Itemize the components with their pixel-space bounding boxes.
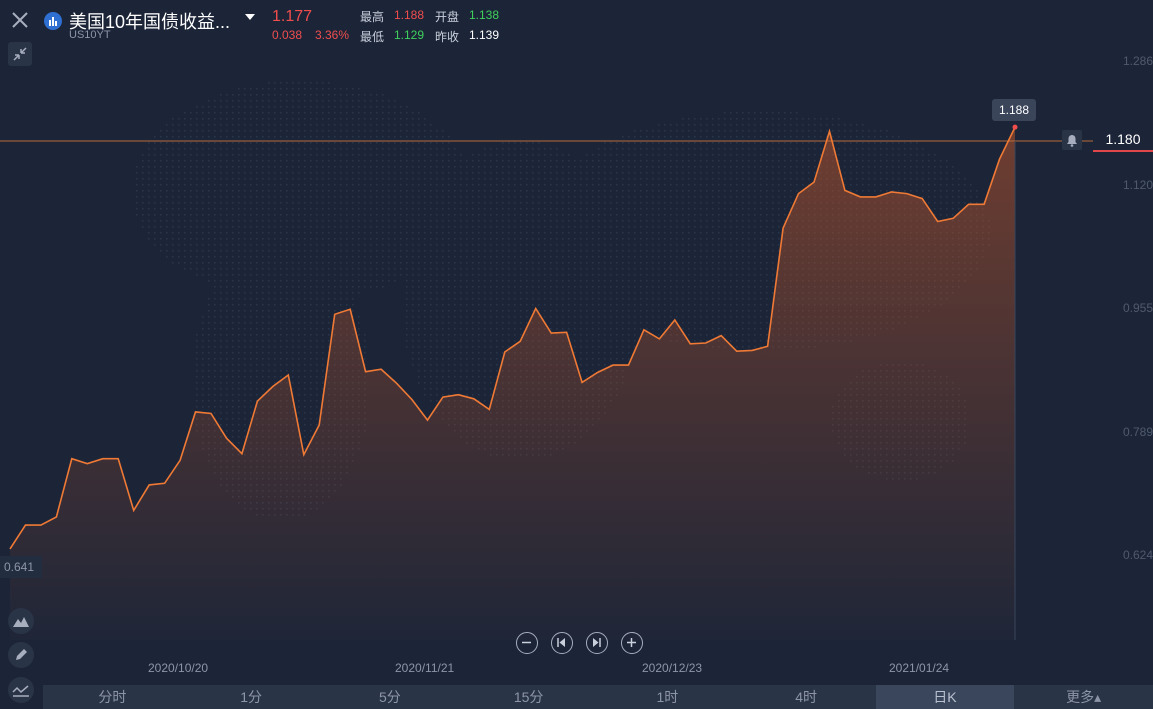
price-chart[interactable] — [0, 0, 1153, 709]
open-label: 开盘 — [435, 10, 460, 24]
bell-icon — [1067, 135, 1077, 147]
zoom-in-button[interactable] — [621, 632, 643, 654]
tab-1min[interactable]: 1分 — [182, 685, 321, 709]
close-icon — [12, 12, 28, 28]
high-label: 最高 — [360, 10, 385, 24]
close-button[interactable] — [8, 8, 32, 32]
price-area-fill — [10, 127, 1015, 640]
mountain-chart-icon — [13, 617, 29, 627]
x-tick-label: 2020/12/23 — [642, 661, 703, 675]
scroll-to-start-button[interactable] — [551, 632, 573, 654]
y-tick-label: 0.955 — [1122, 301, 1153, 315]
prev-close-value: 1.139 — [469, 28, 500, 42]
price-alert-button[interactable] — [1062, 130, 1082, 150]
scroll-to-end-button[interactable] — [586, 632, 608, 654]
low-value: 1.129 — [394, 28, 425, 42]
last-price: 1.177 — [272, 8, 313, 25]
hover-value-tooltip: 1.188 — [992, 99, 1036, 121]
y-tick-label: 1.286 — [1122, 54, 1153, 68]
open-value: 1.138 — [469, 8, 500, 22]
chevron-down-icon[interactable] — [245, 14, 255, 20]
indicator-button[interactable] — [8, 677, 34, 703]
tab-1hour[interactable]: 1时 — [598, 685, 737, 709]
tab-4hour[interactable]: 4时 — [737, 685, 876, 709]
draw-tool-button[interactable] — [8, 642, 34, 668]
price-change: 0.038 — [272, 28, 303, 42]
shrink-icon — [13, 47, 27, 61]
high-value: 1.188 — [394, 8, 425, 22]
collapse-button[interactable] — [8, 42, 32, 66]
min-value-tag: 0.641 — [0, 556, 42, 578]
tab-15min[interactable]: 15分 — [459, 685, 598, 709]
x-tick-label: 2021/01/24 — [889, 661, 950, 675]
zoom-out-button[interactable] — [516, 632, 538, 654]
skip-forward-icon — [593, 638, 601, 647]
hover-point — [1012, 124, 1018, 130]
prev-close-label: 昨收 — [435, 30, 460, 44]
tab-minute-timeline[interactable]: 分时 — [43, 685, 182, 709]
y-tick-label: 0.624 — [1122, 548, 1153, 562]
indicator-icon — [12, 685, 29, 697]
last-price-tag: 1.180 — [1093, 128, 1153, 152]
tab-daily[interactable]: 日K — [875, 685, 1015, 709]
minus-icon — [522, 641, 531, 644]
tab-5min[interactable]: 5分 — [321, 685, 460, 709]
skip-back-icon — [557, 638, 565, 647]
pencil-icon — [16, 649, 27, 660]
x-tick-label: 2020/11/21 — [395, 661, 455, 675]
instrument-code: US10YT — [69, 29, 111, 41]
y-tick-label: 1.120 — [1122, 178, 1153, 192]
y-tick-label: 0.789 — [1122, 425, 1153, 439]
timeframe-tabs: 分时 1分 5分 15分 1时 4时 日K 更多▴ — [43, 685, 1153, 709]
chart-type-button[interactable] — [8, 608, 34, 634]
plus-icon — [627, 638, 636, 647]
bar-chart-icon — [44, 12, 62, 30]
x-tick-label: 2020/10/20 — [148, 661, 209, 675]
tab-more[interactable]: 更多▴ — [1014, 685, 1153, 709]
price-change-percent: 3.36% — [315, 28, 350, 42]
low-label: 最低 — [360, 30, 385, 44]
